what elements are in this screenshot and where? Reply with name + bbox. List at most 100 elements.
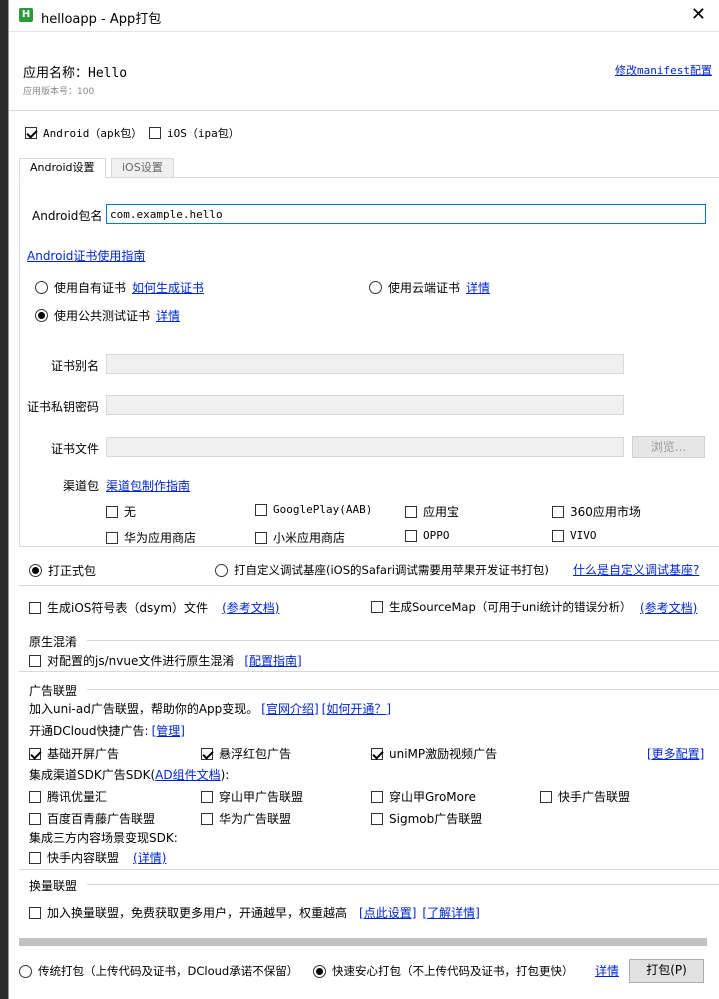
channel-checkbox[interactable] [255, 531, 267, 544]
fast-pack-radio[interactable] [313, 964, 326, 978]
kuaishou-content-label: 快手内容联盟 [47, 851, 120, 865]
what-is-custom-base-link[interactable]: 什么是自定义调试基座? [573, 561, 699, 578]
kuaishou-content-checkbox[interactable] [29, 851, 41, 864]
ios-platform-option[interactable]: iOS（ipa包） [149, 125, 240, 141]
formal-build-radio[interactable] [29, 564, 42, 577]
channel-checkbox[interactable] [255, 503, 267, 516]
pack-button[interactable]: 打包(P) [629, 959, 704, 983]
obfuscation-option[interactable]: 对配置的js/nvue文件进行原生混淆 [配置指南] [29, 652, 302, 669]
obfuscation-guide-link[interactable]: [配置指南] [244, 652, 301, 669]
public-cert-radio[interactable] [35, 309, 48, 322]
sdk-checkbox[interactable] [371, 790, 383, 803]
more-config-link[interactable]: [更多配置] [647, 745, 704, 762]
channel-checkbox[interactable] [552, 505, 564, 518]
cloud-cert-details-link[interactable]: 详情 [466, 279, 490, 296]
sdk-checkbox[interactable] [371, 812, 383, 825]
channel-option-yingyongbao[interactable]: 应用宝 [405, 503, 459, 520]
quick-ad-checkbox[interactable] [29, 747, 41, 760]
android-platform-option[interactable]: Android（apk包） [25, 125, 142, 141]
quick-ad-label: 悬浮红包广告 [219, 747, 292, 761]
own-cert-option[interactable]: 使用自有证书 如何生成证书 [35, 279, 204, 296]
exchange-option[interactable]: 加入换量联盟，免费获取更多用户，开通越早，权重越高 [点此设置] [了解详情] [29, 904, 480, 921]
quick-ad-checkbox[interactable] [201, 747, 213, 760]
channel-checkbox[interactable] [552, 529, 564, 542]
app-name: 应用名称：Hello [23, 66, 128, 81]
cloud-cert-option[interactable]: 使用云端证书 详情 [369, 279, 490, 296]
sourcemap-option[interactable]: 生成SourceMap（可用于uni统计的错误分析） [371, 599, 632, 615]
exchange-details-link[interactable]: [了解详情] [422, 904, 479, 921]
horizontal-scrollbar[interactable] [19, 938, 707, 946]
divider [87, 689, 719, 690]
channel-checkbox[interactable] [405, 505, 417, 518]
formal-build-option[interactable]: 打正式包 [29, 562, 96, 579]
exchange-checkbox[interactable] [29, 906, 41, 919]
sdk-option-pangle[interactable]: 穿山甲广告联盟 [201, 788, 303, 805]
sdk-option-huawei[interactable]: 华为广告联盟 [201, 810, 291, 827]
cert-password-input[interactable] [106, 395, 624, 415]
channel-package-label: 渠道包 [63, 479, 100, 493]
sdk-checkbox[interactable] [201, 790, 213, 803]
cert-alias-input[interactable] [106, 354, 624, 374]
quick-ad-rewarded-video[interactable]: uniMP激励视频广告 [371, 745, 497, 762]
sdk-label: 穿山甲广告联盟 [219, 790, 304, 804]
channel-checkbox[interactable] [106, 531, 118, 544]
sourcemap-docs-link[interactable]: (参考文档) [640, 599, 697, 616]
traditional-pack-radio[interactable] [19, 964, 32, 978]
sdk-option-baidu[interactable]: 百度百青藤广告联盟 [29, 810, 155, 827]
sourcemap-checkbox[interactable] [371, 601, 383, 613]
channel-option-vivo[interactable]: VIVO [552, 529, 597, 542]
channel-checkbox[interactable] [405, 529, 417, 542]
dsym-docs-link[interactable]: (参考文档) [222, 599, 279, 616]
dsym-option[interactable]: 生成iOS符号表（dsym）文件 (参考文档) [29, 599, 279, 616]
custom-base-option[interactable]: 打自定义调试基座(iOS的Safari调试需要用苹果开发证书打包) [215, 562, 549, 578]
traditional-pack-option[interactable]: 传统打包（上传代码及证书，DCloud承诺不保留） [19, 963, 298, 979]
sdk-checkbox[interactable] [540, 790, 552, 803]
fast-pack-option[interactable]: 快速安心打包（不上传代码及证书，打包更快） [313, 963, 574, 979]
cert-file-input[interactable] [106, 437, 624, 457]
close-icon[interactable]: ✕ [691, 5, 706, 25]
sdk-checkbox[interactable] [201, 812, 213, 825]
channel-option-none[interactable]: 无 [106, 503, 136, 520]
dcloud-ads-manage-link[interactable]: [管理] [152, 722, 185, 739]
kuaishou-content-details-link[interactable]: (详情) [133, 849, 166, 866]
sdk-option-kuaishou[interactable]: 快手广告联盟 [540, 788, 630, 805]
kuaishou-content-option[interactable]: 快手内容联盟 (详情) [29, 849, 166, 866]
sdk-checkbox[interactable] [29, 812, 41, 825]
edit-manifest-link[interactable]: 修改manifest配置 [615, 62, 712, 78]
ads-intro-link[interactable]: [官网介绍] [261, 700, 318, 717]
custom-base-radio[interactable] [215, 563, 228, 577]
public-cert-details-link[interactable]: 详情 [156, 307, 180, 324]
sdk-option-tencent[interactable]: 腾讯优量汇 [29, 788, 107, 805]
exchange-settings-link[interactable]: [点此设置] [359, 904, 416, 921]
own-cert-radio[interactable] [35, 281, 48, 294]
sdk-checkbox[interactable] [29, 790, 41, 803]
sdk-option-sigmob[interactable]: Sigmob广告联盟 [371, 810, 482, 827]
channel-option-huawei[interactable]: 华为应用商店 [106, 529, 196, 546]
channel-option-googleplay[interactable]: GooglePlay(AAB) [255, 503, 372, 516]
package-name-input[interactable] [106, 204, 706, 224]
dsym-checkbox[interactable] [29, 601, 41, 614]
fast-pack-details-link[interactable]: 详情 [595, 962, 619, 979]
ad-component-docs-link[interactable]: AD组件文档 [155, 766, 220, 783]
browse-button[interactable]: 浏览... [632, 436, 705, 458]
cloud-cert-radio[interactable] [369, 281, 382, 294]
channel-option-xiaomi[interactable]: 小米应用商店 [255, 529, 345, 546]
quick-ad-redpacket[interactable]: 悬浮红包广告 [201, 745, 291, 762]
obfuscation-checkbox[interactable] [29, 654, 41, 667]
public-cert-option[interactable]: 使用公共测试证书 详情 [35, 307, 180, 324]
android-checkbox[interactable] [25, 127, 37, 139]
how-to-generate-cert-link[interactable]: 如何生成证书 [132, 279, 204, 296]
quick-ad-splash[interactable]: 基础开屏广告 [29, 745, 119, 762]
channel-checkbox[interactable] [106, 505, 118, 518]
ads-how-to-enable-link[interactable]: [如何开通？] [322, 700, 391, 717]
channel-option-oppo[interactable]: OPPO [405, 529, 450, 542]
ios-checkbox[interactable] [149, 127, 161, 139]
tab-ios-settings[interactable]: iOS设置 [111, 158, 174, 178]
quick-ad-checkbox[interactable] [371, 747, 383, 760]
ios-platform-label: iOS（ipa包） [167, 127, 240, 140]
tab-android-settings[interactable]: Android设置 [19, 158, 106, 178]
channel-option-360[interactable]: 360应用市场 [552, 503, 641, 520]
sdk-option-gromore[interactable]: 穿山甲GroMore [371, 788, 476, 805]
channel-package-guide-link[interactable]: 渠道包制作指南 [106, 477, 190, 494]
android-cert-guide-link[interactable]: Android证书使用指南 [27, 247, 145, 264]
